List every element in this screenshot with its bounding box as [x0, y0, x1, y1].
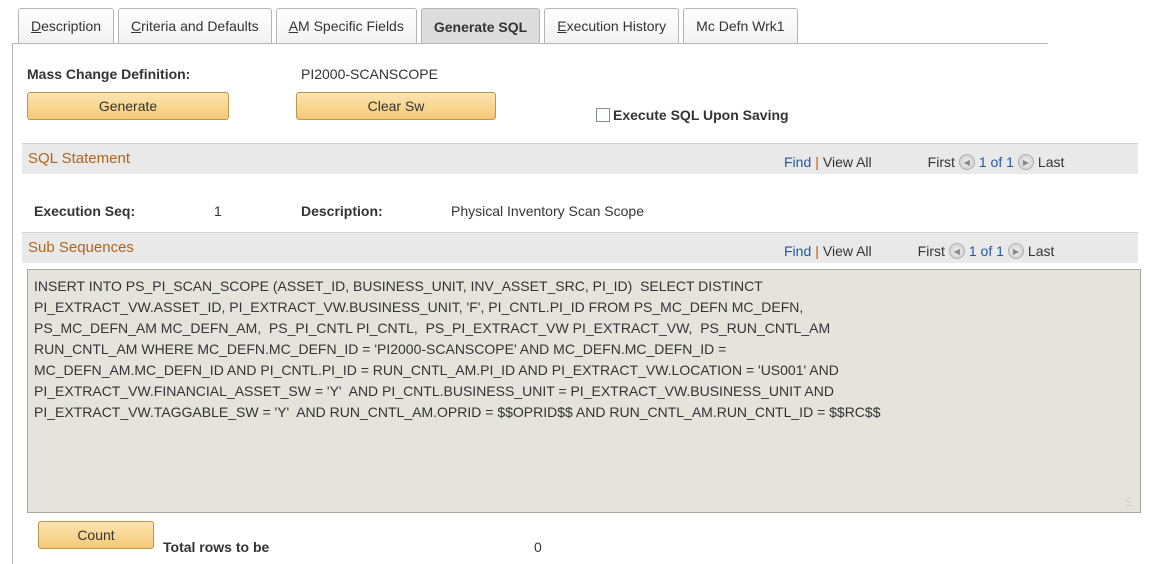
mass-change-label: Mass Change Definition:	[27, 66, 191, 82]
total-rows-value: 0	[534, 539, 542, 555]
checkbox-box[interactable]	[596, 108, 610, 122]
nav-separator: |	[815, 243, 819, 259]
count-button[interactable]: Count	[38, 521, 154, 549]
tab-label-post: M Specific Fields	[298, 18, 404, 34]
total-rows-label: Total rows to be	[163, 539, 270, 555]
row-range: 1 of 1	[968, 243, 1004, 259]
tab-label-hotkey: D	[31, 18, 42, 34]
first-label: First	[917, 243, 945, 259]
page-left-border	[12, 43, 13, 564]
tab-label-hotkey: E	[557, 18, 567, 34]
sub-sequences-nav: Find | View All First ◀ 1 of 1 ▶ Last	[784, 243, 1054, 259]
tab-label-post: xecution History	[566, 18, 667, 34]
tab-label: Generate SQL	[433, 18, 528, 35]
tab-divider	[12, 43, 1048, 44]
nav-separator: |	[815, 154, 819, 170]
tab-label-hotkey: A	[288, 18, 299, 34]
tab-mc-defn-wrk1[interactable]: Mc Defn Wrk1	[683, 8, 798, 43]
tab-label: Mc Defn Wrk1	[696, 18, 785, 34]
tab-am-specific-fields[interactable]: AM Specific Fields	[275, 8, 417, 43]
next-arrow-icon[interactable]: ▶	[1007, 243, 1024, 259]
sub-sequences-title: Sub Sequences	[28, 239, 134, 256]
tab-strip: Description Criteria and Defaults AM Spe…	[18, 8, 798, 44]
tab-criteria-and-defaults[interactable]: Criteria and Defaults	[118, 8, 272, 43]
sql-text: INSERT INTO PS_PI_SCAN_SCOPE (ASSET_ID, …	[34, 278, 881, 420]
tab-execution-history[interactable]: Execution History	[544, 8, 680, 43]
prev-arrow-icon[interactable]: ◀	[948, 243, 965, 259]
prev-arrow-icon[interactable]: ◀	[958, 154, 975, 170]
execute-sql-label: Execute SQL Upon Saving	[613, 107, 789, 123]
find-link[interactable]: Find	[784, 154, 811, 170]
last-label: Last	[1027, 243, 1055, 259]
find-link[interactable]: Find	[784, 243, 811, 259]
first-label: First	[927, 154, 955, 170]
view-all-link[interactable]: View All	[823, 243, 872, 259]
mass-change-value: PI2000-SCANSCOPE	[301, 66, 438, 82]
resize-grip-icon[interactable]: .:.:.	[1126, 496, 1136, 508]
generate-button[interactable]: Generate	[27, 92, 229, 120]
tab-label-hotkey: C	[131, 18, 142, 34]
last-label: Last	[1037, 154, 1065, 170]
sub-sequences-header: Sub Sequences Find | View All First ◀ 1 …	[22, 232, 1138, 263]
row-range: 1 of 1	[978, 154, 1014, 170]
execute-sql-checkbox[interactable]: Execute SQL Upon Saving	[596, 107, 789, 123]
sql-text-area[interactable]: INSERT INTO PS_PI_SCAN_SCOPE (ASSET_ID, …	[27, 269, 1141, 513]
next-arrow-icon[interactable]: ▶	[1017, 154, 1034, 170]
tab-description[interactable]: Description	[18, 8, 115, 43]
description-label: Description:	[301, 203, 383, 219]
tab-generate-sql[interactable]: Generate SQL	[420, 8, 541, 44]
tab-label-post: riteria and Defaults	[141, 18, 259, 34]
execution-seq-label: Execution Seq:	[34, 203, 136, 219]
sql-statement-title: SQL Statement	[28, 150, 130, 167]
description-value: Physical Inventory Scan Scope	[451, 203, 644, 219]
tab-label-post: escription	[41, 18, 102, 34]
clear-sw-button[interactable]: Clear Sw	[296, 92, 496, 120]
sql-statement-header: SQL Statement Find | View All First ◀ 1 …	[22, 143, 1138, 174]
sql-statement-nav: Find | View All First ◀ 1 of 1 ▶ Last	[784, 154, 1064, 170]
view-all-link[interactable]: View All	[823, 154, 872, 170]
execution-seq-value: 1	[214, 203, 222, 219]
